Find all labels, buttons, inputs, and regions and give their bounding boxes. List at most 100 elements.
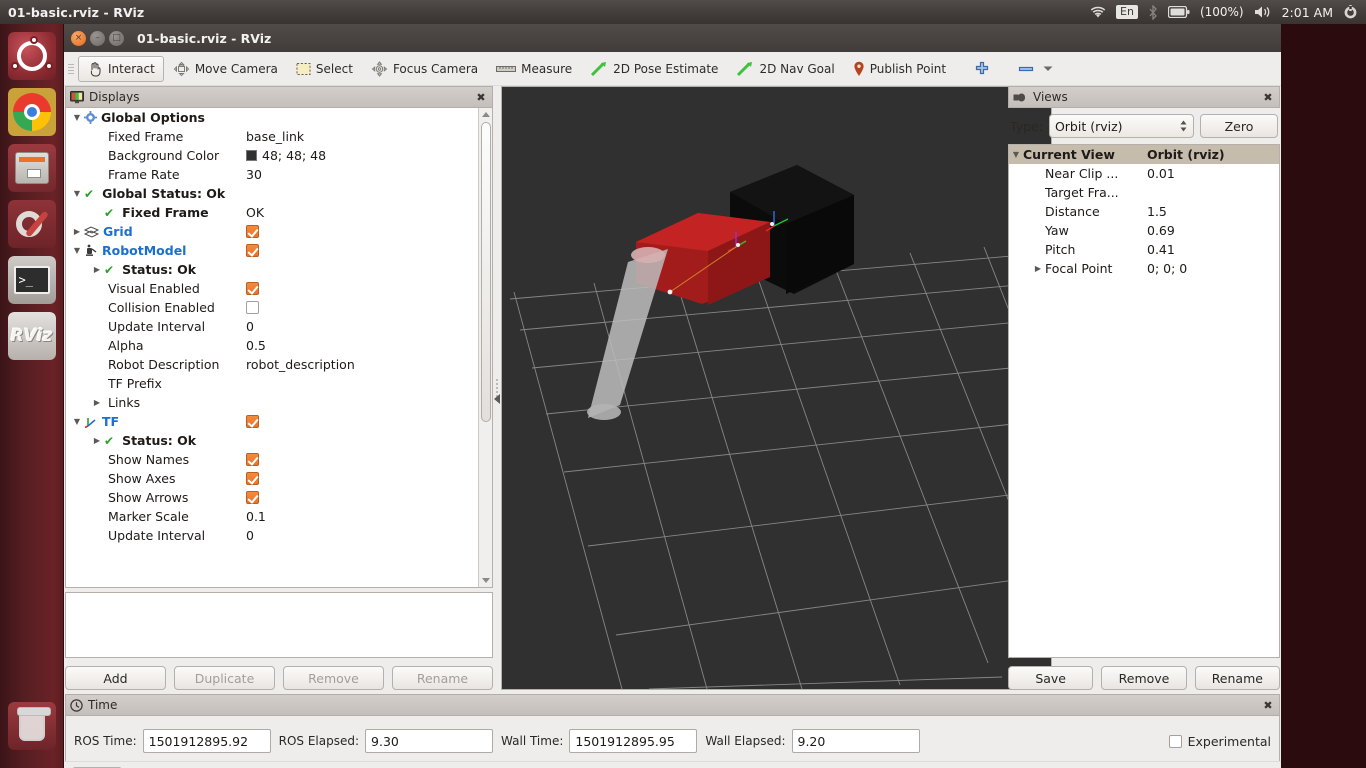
display-row-alpha[interactable]: Alpha 0.5 xyxy=(66,336,478,355)
display-row-checkbox[interactable] xyxy=(246,244,259,257)
background-color-swatch[interactable] xyxy=(246,150,257,161)
view-row-near-clip[interactable]: Near Clip ... 0.01 xyxy=(1009,164,1279,183)
zero-button[interactable]: Zero xyxy=(1200,114,1278,138)
display-row-tf-prefix[interactable]: TF Prefix xyxy=(66,374,478,393)
tool-move-camera[interactable]: Move Camera xyxy=(164,56,287,82)
keyboard-layout-indicator[interactable]: En xyxy=(1116,5,1138,19)
display-row-frame-rate[interactable]: Frame Rate 30 xyxy=(66,165,478,184)
window-maximize-button[interactable]: □ xyxy=(109,30,124,46)
view-row-yaw[interactable]: Yaw 0.69 xyxy=(1009,221,1279,240)
display-row-update-interval[interactable]: Update Interval 0 xyxy=(66,317,478,336)
launcher-item-rviz[interactable]: RViz xyxy=(7,312,56,360)
tool-select[interactable]: Select xyxy=(287,56,362,82)
display-row-fixed-frame[interactable]: ✔ Fixed Frame OK xyxy=(66,203,478,222)
rename-view-button[interactable]: Rename xyxy=(1194,666,1280,690)
displays-tree[interactable]: ▼ Global Options Fixed Frame base_link Backg… xyxy=(66,108,478,587)
display-16-expander-icon[interactable]: ▼ xyxy=(70,417,84,426)
launcher-item-files[interactable] xyxy=(7,144,56,192)
display-17-expander-icon[interactable]: ▶ xyxy=(90,436,104,445)
display-row-visual-enabled[interactable]: Visual Enabled xyxy=(66,279,478,298)
launcher-item-google-chrome[interactable] xyxy=(7,88,56,136)
display-4-expander-icon[interactable]: ▼ xyxy=(70,189,84,198)
bluetooth-icon[interactable] xyxy=(1148,4,1158,20)
display-row-marker-scale[interactable]: Marker Scale 0.1 xyxy=(66,507,478,526)
launcher-item-system-settings[interactable] xyxy=(7,200,56,248)
launcher-item-trash[interactable] xyxy=(8,702,56,750)
time-field-input[interactable]: 9.30 xyxy=(365,729,494,753)
scroll-thumb[interactable] xyxy=(481,122,491,422)
tool-add-button[interactable] xyxy=(965,56,999,82)
display-row-collision-enabled[interactable]: Collision Enabled xyxy=(66,298,478,317)
window-minimize-button[interactable]: – xyxy=(90,30,105,46)
display-row-background-color[interactable]: Background Color 48; 48; 48 xyxy=(66,146,478,165)
display-row-checkbox[interactable] xyxy=(246,491,259,504)
tool-focus-camera[interactable]: Focus Camera xyxy=(362,56,487,82)
view-row-target-fra[interactable]: Target Fra... xyxy=(1009,183,1279,202)
display-row-checkbox[interactable] xyxy=(246,225,259,238)
remove-view-button[interactable]: Remove xyxy=(1101,666,1187,690)
display-row-checkbox[interactable] xyxy=(246,453,259,466)
display-row-status-ok[interactable]: ▶ ✔ Status: Ok xyxy=(66,260,478,279)
experimental-toggle[interactable]: Experimental xyxy=(1168,734,1271,749)
view-5-expander-icon[interactable]: ▶ xyxy=(1031,264,1045,273)
display-row-global-status-ok[interactable]: ▼ ✔ Global Status: Ok xyxy=(66,184,478,203)
display-row-checkbox[interactable] xyxy=(246,282,259,295)
display-8-expander-icon[interactable]: ▶ xyxy=(90,265,104,274)
tool-publish-point[interactable]: Publish Point xyxy=(844,56,955,82)
display-row-show-names[interactable]: Show Names xyxy=(66,450,478,469)
session-gear-icon[interactable] xyxy=(1343,4,1358,20)
clock-label[interactable]: 2:01 AM xyxy=(1282,5,1333,20)
display-6-expander-icon[interactable]: ▶ xyxy=(70,227,84,236)
time-field-input[interactable]: 9.20 xyxy=(791,729,920,753)
views-close-icon[interactable]: ✖ xyxy=(1261,90,1275,104)
tool-interact[interactable]: Interact xyxy=(78,55,164,82)
time-close-icon[interactable]: ✖ xyxy=(1261,698,1275,712)
save-view-button[interactable]: Save xyxy=(1008,666,1094,690)
volume-icon[interactable] xyxy=(1254,5,1272,19)
launcher-item-terminal[interactable]: >_ xyxy=(7,256,56,304)
display-row-tf[interactable]: ▼ TF xyxy=(66,412,478,431)
displays-scrollbar[interactable] xyxy=(478,108,492,587)
time-field-input[interactable]: 1501912895.92 xyxy=(142,729,271,753)
window-close-button[interactable]: × xyxy=(71,30,86,46)
display-15-expander-icon[interactable]: ▶ xyxy=(90,398,104,407)
display-row-robotmodel[interactable]: ▼ RobotModel xyxy=(66,241,478,260)
display-row-fixed-frame[interactable]: Fixed Frame base_link xyxy=(66,127,478,146)
view-row-distance[interactable]: Distance 1.5 xyxy=(1009,202,1279,221)
display-row-grid[interactable]: ▶ Grid xyxy=(66,222,478,241)
toolbar-grip[interactable] xyxy=(68,60,76,78)
display-row-links[interactable]: ▶ Links xyxy=(66,393,478,412)
left-splitter[interactable] xyxy=(493,86,501,690)
displays-close-icon[interactable]: ✖ xyxy=(474,90,488,104)
time-field-input[interactable]: 1501912895.95 xyxy=(569,729,698,753)
render-viewport[interactable] xyxy=(501,86,1052,690)
display-row-show-axes[interactable]: Show Axes xyxy=(66,469,478,488)
display-7-expander-icon[interactable]: ▼ xyxy=(70,246,84,255)
display-row-checkbox[interactable] xyxy=(246,415,259,428)
display-row-show-arrows[interactable]: Show Arrows xyxy=(66,488,478,507)
experimental-checkbox[interactable] xyxy=(1168,734,1182,748)
tool-2d-nav-goal[interactable]: 2D Nav Goal xyxy=(727,56,843,82)
launcher-item-ubuntu-dash[interactable] xyxy=(7,32,56,80)
scroll-up-arrow-icon[interactable] xyxy=(482,112,490,117)
add-display-button[interactable]: Add xyxy=(65,666,166,690)
display-row-checkbox[interactable] xyxy=(246,472,259,485)
view-type-select[interactable]: Orbit (rviz) xyxy=(1048,114,1194,138)
left-splitter-collapse-icon[interactable] xyxy=(494,394,500,404)
display-row-checkbox[interactable] xyxy=(246,301,259,314)
tool-measure[interactable]: Measure xyxy=(487,56,581,82)
battery-icon[interactable] xyxy=(1167,6,1190,18)
view-row-focal-point[interactable]: ▶ Focal Point 0; 0; 0 xyxy=(1009,259,1279,278)
views-tree[interactable]: ▼ Current View Orbit (rviz) Near Clip ..… xyxy=(1008,144,1280,658)
scroll-down-arrow-icon[interactable] xyxy=(482,578,490,583)
tool-remove-button[interactable] xyxy=(1009,56,1062,82)
current-view-expander-icon[interactable]: ▼ xyxy=(1009,150,1023,159)
tool-2d-pose-estimate[interactable]: 2D Pose Estimate xyxy=(581,56,727,82)
display-row-global-options[interactable]: ▼ Global Options xyxy=(66,108,478,127)
display-row-status-ok[interactable]: ▶ ✔ Status: Ok xyxy=(66,431,478,450)
display-row-update-interval[interactable]: Update Interval 0 xyxy=(66,526,478,545)
display-row-robot-description[interactable]: Robot Description robot_description xyxy=(66,355,478,374)
display-0-expander-icon[interactable]: ▼ xyxy=(70,113,84,122)
wifi-icon[interactable] xyxy=(1090,6,1106,19)
view-row-pitch[interactable]: Pitch 0.41 xyxy=(1009,240,1279,259)
